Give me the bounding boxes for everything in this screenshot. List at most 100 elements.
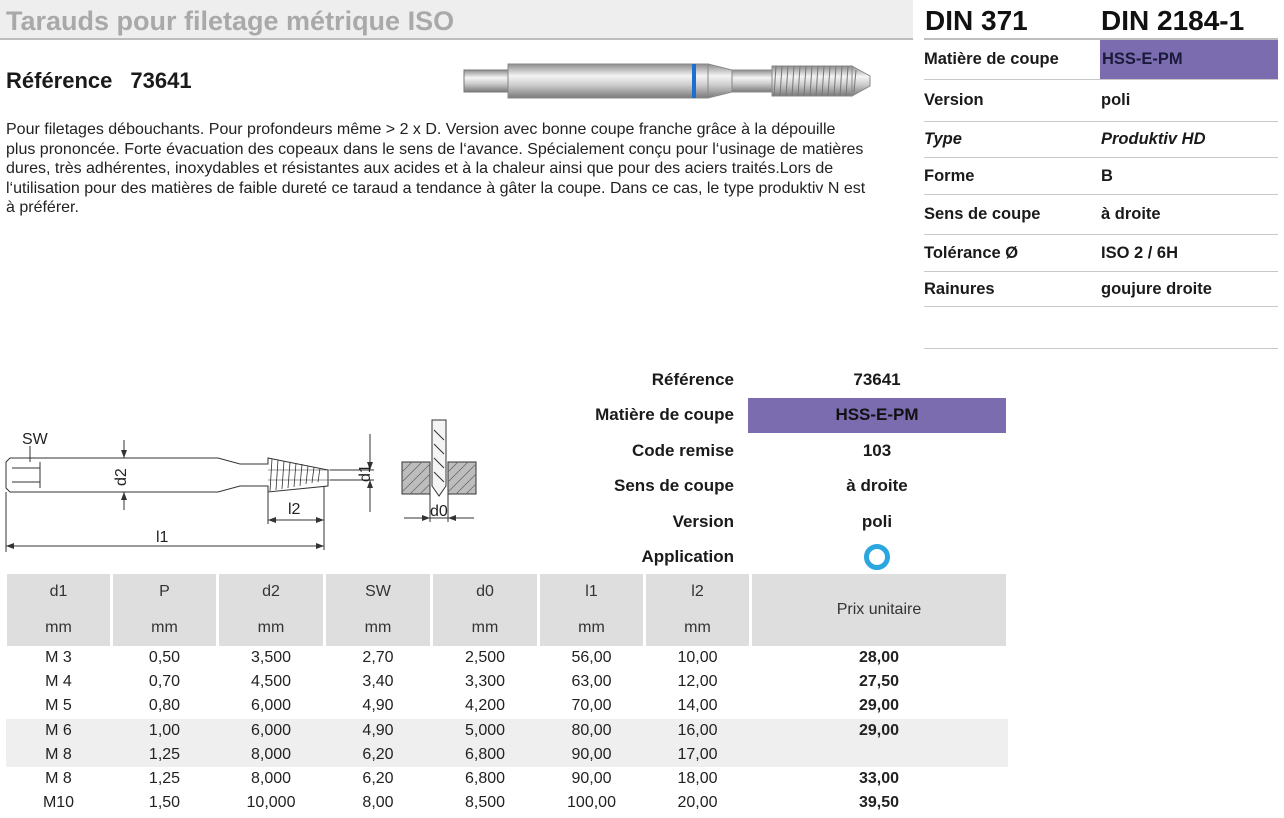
din-standard-1: DIN 371 bbox=[925, 5, 1028, 36]
table-cell: M 8 bbox=[5, 742, 112, 767]
property-value: HSS-E-PM bbox=[1100, 40, 1278, 79]
table-cell: 5,000 bbox=[431, 718, 539, 743]
table-cell: 8,00 bbox=[362, 794, 394, 812]
price-cell: 33,00 bbox=[858, 770, 900, 788]
price-cell: 29,00 bbox=[750, 718, 1008, 743]
table-cell: M 4 bbox=[45, 673, 72, 691]
property-row: Type Produktiv HD bbox=[924, 122, 1278, 158]
table-cell: 0,50 bbox=[148, 649, 181, 667]
unit-header: mm bbox=[537, 610, 646, 646]
table-cell: 80,00 bbox=[538, 718, 645, 743]
property-key: Forme bbox=[924, 166, 975, 185]
table-cell: 70,00 bbox=[571, 697, 612, 715]
table-cell: 17,00 bbox=[644, 742, 751, 767]
price-cell: 27,50 bbox=[858, 673, 900, 691]
property-row: Rainures goujure droite bbox=[924, 272, 1278, 307]
table-cell: 1,00 bbox=[111, 718, 218, 743]
table-cell: 2,70 bbox=[362, 649, 394, 667]
table-cell: 4,90 bbox=[324, 718, 432, 743]
spec-key: Matière de coupe bbox=[595, 405, 734, 425]
spec-row: Sens de coupe à droite bbox=[520, 469, 1006, 505]
property-row: Matière de coupe HSS-E-PM bbox=[924, 40, 1278, 80]
column-header: l2 bbox=[643, 574, 752, 610]
table-cell: 8,000 bbox=[217, 742, 325, 767]
table-row: M 8 1,25 8,000 6,20 6,800 90,00 17,00 bbox=[5, 742, 1008, 767]
reference-heading: Référence 73641 bbox=[6, 68, 192, 94]
table-cell: 100,00 bbox=[567, 794, 616, 812]
column-header: d2 bbox=[216, 574, 326, 610]
spec-table: Référence 73641 Matière de coupe HSS-E-P… bbox=[520, 362, 1006, 575]
table-cell: 10,000 bbox=[246, 794, 296, 812]
table-cell: 16,00 bbox=[644, 718, 751, 743]
table-cell: 4,500 bbox=[250, 673, 292, 691]
table-cell: 10,00 bbox=[677, 649, 718, 667]
table-cell: M 8 bbox=[45, 770, 72, 788]
column-header: P bbox=[110, 574, 219, 610]
reference-number: 73641 bbox=[130, 68, 192, 93]
divider bbox=[924, 348, 1278, 349]
label-d0: d0 bbox=[430, 503, 448, 520]
price-cell: 29,00 bbox=[858, 697, 900, 715]
table-cell: 56,00 bbox=[571, 649, 612, 667]
table-row: M10 1,50 10,000 8,00 8,500 100,00 20,00 39,50 bbox=[6, 791, 1008, 815]
table-row: M 5 0,80 6,000 4,90 4,200 70,00 14,00 29,00 bbox=[6, 694, 1008, 718]
column-header: l1 bbox=[537, 574, 646, 610]
spec-key: Sens de coupe bbox=[614, 476, 734, 496]
unit-header: mm bbox=[4, 610, 113, 646]
dimensions-table: d1 P d2 SW d0 l1 l2 Prix unitaire mm mm … bbox=[4, 574, 1009, 815]
table-cell: M 6 bbox=[5, 718, 112, 743]
property-row: Sens de coupe à droite bbox=[924, 195, 1278, 235]
table-cell: 4,200 bbox=[464, 697, 506, 715]
table-cell: 90,00 bbox=[571, 770, 612, 788]
tap-product-image bbox=[463, 63, 871, 99]
table-cell: 6,20 bbox=[362, 770, 394, 788]
unit-header: mm bbox=[110, 610, 219, 646]
header-bar: Tarauds pour filetage métrique ISO bbox=[0, 0, 913, 40]
product-description: Pour filetages débouchants. Pour profond… bbox=[6, 121, 866, 217]
spec-key: Référence bbox=[651, 369, 734, 389]
table-cell: 14,00 bbox=[677, 697, 718, 715]
property-value: B bbox=[1101, 166, 1113, 185]
spec-value bbox=[748, 540, 1006, 576]
property-value: poli bbox=[1101, 91, 1131, 109]
table-cell: 6,000 bbox=[217, 718, 325, 743]
reference-label: Référence bbox=[6, 68, 113, 93]
table-cell: 18,00 bbox=[677, 770, 718, 788]
table-cell: 12,00 bbox=[677, 673, 718, 691]
property-row: Version poli bbox=[924, 80, 1278, 122]
price-header: Prix unitaire bbox=[749, 574, 1009, 646]
property-value: à droite bbox=[1101, 205, 1161, 223]
table-row: M 4 0,70 4,500 3,40 3,300 63,00 12,00 27,50 bbox=[6, 670, 1008, 694]
label-l2: l2 bbox=[288, 501, 301, 518]
table-cell: 0,80 bbox=[148, 697, 181, 715]
spec-row: Version poli bbox=[520, 504, 1006, 540]
price-cell: 28,00 bbox=[858, 649, 900, 667]
table-cell: 3,300 bbox=[464, 673, 506, 691]
table-cell: 6,20 bbox=[324, 742, 432, 767]
spec-value: 103 bbox=[862, 440, 892, 460]
property-key: Sens de coupe bbox=[924, 205, 1041, 223]
property-value: Produktiv HD bbox=[1101, 130, 1206, 148]
spec-key: Application bbox=[641, 547, 734, 567]
table-cell: 8,500 bbox=[464, 794, 506, 812]
table-cell: 6,800 bbox=[431, 742, 539, 767]
table-cell: 2,500 bbox=[464, 649, 506, 667]
table-header-row: d1 P d2 SW d0 l1 l2 Prix unitaire bbox=[4, 574, 1009, 646]
property-row: Forme B bbox=[924, 158, 1278, 195]
property-key: Tolérance Ø bbox=[924, 243, 1019, 262]
table-cell: 0,70 bbox=[148, 673, 181, 691]
table-cell: 1,50 bbox=[148, 794, 181, 812]
table-cell: 3,40 bbox=[362, 673, 394, 691]
table-cell: 1,25 bbox=[111, 742, 218, 767]
spec-key: Code remise bbox=[631, 440, 734, 460]
unit-header: mm bbox=[216, 610, 326, 646]
price-cell: 39,50 bbox=[858, 794, 900, 812]
table-cell: M 3 bbox=[45, 649, 72, 667]
spec-row: Code remise 103 bbox=[520, 433, 1006, 469]
application-ring-icon bbox=[864, 544, 890, 571]
table-cell: M10 bbox=[42, 794, 75, 812]
property-key: Rainures bbox=[924, 279, 995, 298]
property-key: Matière de coupe bbox=[924, 50, 1059, 68]
table-row: M 8 1,25 8,000 6,20 6,800 90,00 18,00 33,00 bbox=[6, 767, 1008, 791]
din-standard-2: DIN 2184-1 bbox=[1101, 5, 1245, 36]
